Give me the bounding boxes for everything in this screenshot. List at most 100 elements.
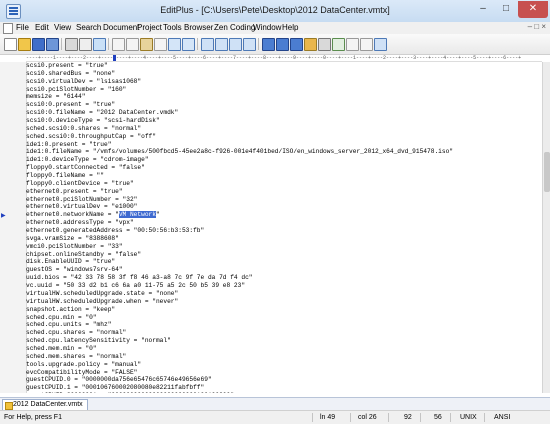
- save-all-icon[interactable]: [46, 38, 59, 51]
- code-line[interactable]: 44floppy0.fileName = "": [26, 172, 542, 180]
- toolbar-separator: [258, 38, 259, 50]
- code-line[interactable]: 70guestCPUID.0 = "0000000da756e65476c657…: [26, 376, 542, 384]
- code-line[interactable]: 62sched.cpu.min = "0": [26, 314, 542, 322]
- menu-zen-coding[interactable]: Zen Coding: [214, 23, 255, 32]
- cut-icon[interactable]: [112, 38, 125, 51]
- directory-icon[interactable]: [346, 38, 359, 51]
- spell-check-icon[interactable]: [93, 38, 106, 51]
- find-next-icon[interactable]: [215, 38, 228, 51]
- document-icon[interactable]: [3, 23, 13, 34]
- file-icon: [5, 402, 13, 410]
- status-separator: [484, 413, 485, 422]
- code-line[interactable]: 42ide1:0.deviceType = "cdrom-image": [26, 156, 542, 164]
- selected-text[interactable]: VM Network: [118, 211, 156, 219]
- print-preview-icon[interactable]: [79, 38, 92, 51]
- minimize-button[interactable]: –: [472, 1, 494, 18]
- code-line[interactable]: 55disk.EnableUUID = "true": [26, 258, 542, 266]
- code-line[interactable]: 50ethernet0.addressType = "vpx": [26, 219, 542, 227]
- line-text: memsize = "6144": [26, 93, 86, 101]
- maximize-button[interactable]: □: [495, 1, 517, 18]
- line-text: virtualHW.scheduledUpgrade.state = "none…: [26, 289, 179, 297]
- close-window-button[interactable]: ✕: [518, 1, 548, 18]
- doc-window-controls[interactable]: – □ ×: [528, 22, 546, 31]
- fullscreen-icon[interactable]: [318, 38, 331, 51]
- menu-document[interactable]: Document: [103, 23, 139, 32]
- code-line[interactable]: 52svga.vramSize = "8388608": [26, 235, 542, 243]
- line-text: ethernet0.pciSlotNumber = "32": [26, 195, 138, 203]
- code-line[interactable]: 51ethernet0.generatedAddress = "00:50:56…: [26, 227, 542, 235]
- code-line[interactable]: 66sched.mem.min = "0": [26, 345, 542, 353]
- menu-browser[interactable]: Browser: [184, 23, 213, 32]
- code-line[interactable]: 48ethernet0.virtualDev = "e1000": [26, 203, 542, 211]
- tab-2012-datacenter-vmtx[interactable]: 2012 DataCenter.vmtx: [2, 399, 88, 410]
- line-text: ": [155, 211, 160, 219]
- settings-icon[interactable]: [360, 38, 373, 51]
- code-line[interactable]: 72guestCPUID.80000001 = "000000000000000…: [26, 392, 542, 393]
- code-line[interactable]: 39sched.scsi0:0.throughputCap = "off": [26, 133, 542, 141]
- word-wrap-icon[interactable]: [262, 38, 275, 51]
- code-line[interactable]: 64sched.cpu.shares = "normal": [26, 329, 542, 337]
- code-line[interactable]: 63sched.cpu.units = "mhz": [26, 321, 542, 329]
- code-line[interactable]: 71guestCPUID.1 = "000106760002080080e822…: [26, 384, 542, 392]
- ruler-toggle-icon[interactable]: [276, 38, 289, 51]
- copy-icon[interactable]: [126, 38, 139, 51]
- code-line[interactable]: 31scsi0.sharedBus = "none": [26, 70, 542, 78]
- code-line[interactable]: 37scsi0:0.deviceType = "scsi-hardDisk": [26, 117, 542, 125]
- menu-file[interactable]: File: [16, 23, 29, 32]
- code-line[interactable]: 57uuid.bios = "42 33 78 58 3f f8 46 a3-a…: [26, 274, 542, 282]
- code-line[interactable]: 56guestOS = "windows7srv-64": [26, 266, 542, 274]
- undo-icon[interactable]: [168, 38, 181, 51]
- replace-icon[interactable]: [229, 38, 242, 51]
- clipboard-icon[interactable]: [154, 38, 167, 51]
- open-folder-icon[interactable]: [18, 38, 31, 51]
- code-line[interactable]: 40ide1:0.present = "true": [26, 141, 542, 149]
- code-line[interactable]: 67sched.mem.shares = "normal": [26, 353, 542, 361]
- new-file-icon[interactable]: [4, 38, 17, 51]
- find-icon[interactable]: [201, 38, 214, 51]
- code-line[interactable]: 32scsi0.virtualDev = "lsisas1068": [26, 78, 542, 86]
- help-icon[interactable]: [374, 38, 387, 51]
- code-line[interactable]: 61snapshot.action = "keep": [26, 306, 542, 314]
- code-line[interactable]: 53vmci0.pciSlotNumber = "33": [26, 243, 542, 251]
- code-line[interactable]: 58vc.uuid = "50 33 d2 b1 c6 6a a0 11-75 …: [26, 282, 542, 290]
- code-line[interactable]: 36scsi0:0.fileName = "2012 DataCenter.vm…: [26, 109, 542, 117]
- menu-help[interactable]: Help: [282, 23, 298, 32]
- menu-edit[interactable]: Edit: [35, 23, 49, 32]
- code-line[interactable]: 68tools.upgrade.policy = "manual": [26, 361, 542, 369]
- line-number-icon[interactable]: [290, 38, 303, 51]
- code-line[interactable]: 43floppy0.startConnected = "false": [26, 164, 542, 172]
- code-line[interactable]: 34memsize = "6144": [26, 93, 542, 101]
- code-line[interactable]: 35scsi0:0.present = "true": [26, 101, 542, 109]
- scrollbar-thumb[interactable]: [544, 152, 550, 192]
- code-line[interactable]: 49ethernet0.networkName = "VM Network": [26, 211, 542, 219]
- menu-window[interactable]: Window: [253, 23, 281, 32]
- save-icon[interactable]: [32, 38, 45, 51]
- text-editor[interactable]: 30scsi0.present = "true"31scsi0.sharedBu…: [26, 62, 542, 393]
- menu-view[interactable]: View: [54, 23, 71, 32]
- code-line[interactable]: 41ide1:0.fileName = "/vmfs/volumes/500fb…: [26, 148, 542, 156]
- code-line[interactable]: 45floppy0.clientDevice = "true": [26, 180, 542, 188]
- menu-project[interactable]: Project: [137, 23, 162, 32]
- line-text: ethernet0.virtualDev = "e1000": [26, 203, 138, 211]
- code-line[interactable]: 60virtualHW.scheduledUpgrade.when = "nev…: [26, 298, 542, 306]
- code-line[interactable]: 38sched.scsi0:0.shares = "normal": [26, 125, 542, 133]
- print-icon[interactable]: [65, 38, 78, 51]
- code-line[interactable]: 30scsi0.present = "true": [26, 62, 542, 70]
- line-text: scsi0:0.present = "true": [26, 101, 116, 109]
- code-line[interactable]: 46ethernet0.present = "true": [26, 188, 542, 196]
- code-line[interactable]: 33scsi0.pciSlotNumber = "160": [26, 86, 542, 94]
- menu-search[interactable]: Search: [76, 23, 101, 32]
- vertical-scrollbar[interactable]: [542, 62, 550, 393]
- code-line[interactable]: 54chipset.onlineStandby = "false": [26, 251, 542, 259]
- browser-view-icon[interactable]: [304, 38, 317, 51]
- code-line[interactable]: 47ethernet0.pciSlotNumber = "32": [26, 196, 542, 204]
- menu-tools[interactable]: Tools: [163, 23, 182, 32]
- line-text: sched.cpu.shares = "normal": [26, 329, 127, 337]
- paste-icon[interactable]: [140, 38, 153, 51]
- cliptext-icon[interactable]: [332, 38, 345, 51]
- code-line[interactable]: 59virtualHW.scheduledUpgrade.state = "no…: [26, 290, 542, 298]
- code-line[interactable]: 69evcCompatibilityMode = "FALSE": [26, 369, 542, 377]
- goto-line-icon[interactable]: [243, 38, 256, 51]
- code-line[interactable]: 65sched.cpu.latencySensitivity = "normal…: [26, 337, 542, 345]
- redo-icon[interactable]: [182, 38, 195, 51]
